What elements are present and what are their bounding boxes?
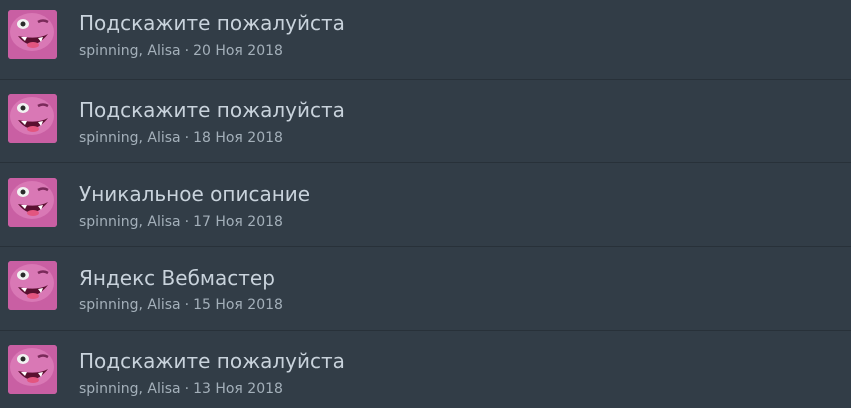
- thread-title[interactable]: Уникальное описание: [79, 182, 310, 206]
- winking-monster-avatar-icon: [8, 178, 57, 227]
- winking-monster-avatar-icon: [8, 10, 57, 59]
- thread-date[interactable]: 20 Ноя 2018: [193, 43, 283, 59]
- thread-date[interactable]: 18 Ноя 2018: [193, 130, 283, 146]
- winking-monster-avatar-icon: [8, 261, 57, 310]
- thread-title[interactable]: Подскажите пожалуйста: [79, 349, 345, 373]
- thread-row[interactable]: Подскажите пожалуйста spinning, Alisa · 18…: [0, 80, 851, 163]
- thread-authors[interactable]: spinning, Alisa: [79, 297, 181, 313]
- meta-separator: ·: [184, 130, 190, 146]
- thread-date[interactable]: 13 Ноя 2018: [193, 381, 283, 397]
- avatar[interactable]: [8, 94, 57, 143]
- thread-meta: spinning, Alisa · 20 Ноя 2018: [79, 43, 283, 59]
- thread-title[interactable]: Подскажите пожалуйста: [79, 11, 345, 35]
- avatar[interactable]: [8, 345, 57, 394]
- winking-monster-avatar-icon: [8, 94, 57, 143]
- thread-title[interactable]: Подскажите пожалуйста: [79, 98, 345, 122]
- meta-separator: ·: [184, 214, 190, 230]
- meta-separator: ·: [184, 381, 190, 397]
- thread-meta: spinning, Alisa · 13 Ноя 2018: [79, 381, 283, 397]
- thread-meta: spinning, Alisa · 17 Ноя 2018: [79, 214, 283, 230]
- thread-authors[interactable]: spinning, Alisa: [79, 43, 181, 59]
- thread-date[interactable]: 17 Ноя 2018: [193, 214, 283, 230]
- thread-meta: spinning, Alisa · 15 Ноя 2018: [79, 297, 283, 313]
- thread-authors[interactable]: spinning, Alisa: [79, 214, 181, 230]
- avatar[interactable]: [8, 261, 57, 310]
- thread-title[interactable]: Яндекс Вебмастер: [79, 266, 275, 290]
- thread-row[interactable]: Уникальное описание spinning, Alisa · 17 Н…: [0, 164, 851, 247]
- thread-row[interactable]: Яндекс Вебмастер spinning, Alisa · 15 Ноя …: [0, 248, 851, 331]
- meta-separator: ·: [184, 297, 190, 313]
- avatar[interactable]: [8, 10, 57, 59]
- meta-separator: ·: [184, 43, 190, 59]
- thread-row[interactable]: Подскажите пожалуйста spinning, Alisa · 13…: [0, 331, 851, 408]
- winking-monster-avatar-icon: [8, 345, 57, 394]
- thread-meta: spinning, Alisa · 18 Ноя 2018: [79, 130, 283, 146]
- thread-row[interactable]: Подскажите пожалуйста spinning, Alisa · 20…: [0, 0, 851, 80]
- avatar[interactable]: [8, 178, 57, 227]
- thread-list: Подскажите пожалуйста spinning, Alisa · 20…: [0, 0, 851, 408]
- thread-date[interactable]: 15 Ноя 2018: [193, 297, 283, 313]
- thread-authors[interactable]: spinning, Alisa: [79, 381, 181, 397]
- thread-authors[interactable]: spinning, Alisa: [79, 130, 181, 146]
